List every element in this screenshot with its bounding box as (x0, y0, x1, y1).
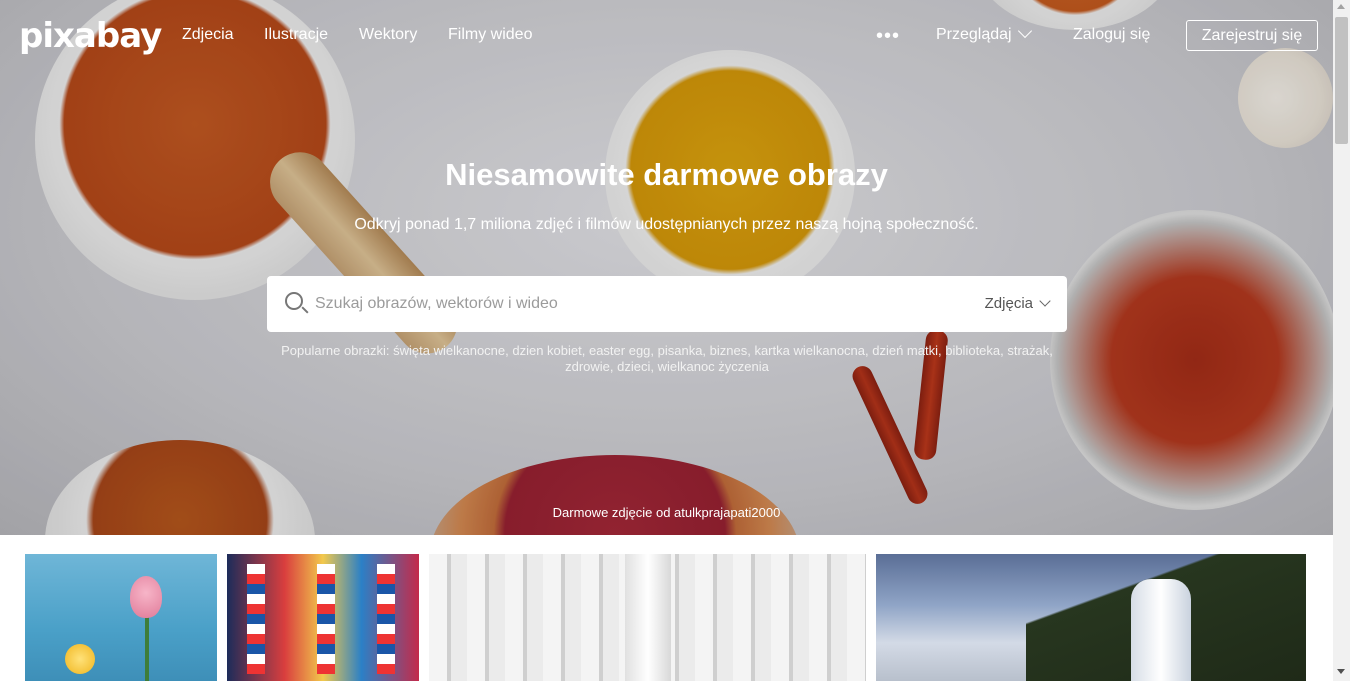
gallery-image-tulips[interactable] (25, 554, 217, 681)
hero-title: Niesamowite darmowe obrazy (445, 157, 888, 192)
register-button[interactable]: Zarejestruj się (1186, 20, 1318, 51)
gallery-image-city-signs[interactable] (227, 554, 419, 681)
gallery-image-architecture[interactable] (429, 554, 866, 681)
search-input[interactable] (315, 284, 975, 324)
scroll-down-arrow-icon[interactable] (1337, 669, 1345, 674)
photo-credit[interactable]: Darmowe zdjęcie od atulkprajapati2000 (0, 505, 1333, 520)
search-type-dropdown[interactable]: Zdjęcia (984, 295, 1051, 312)
chevron-down-icon (1017, 23, 1032, 39)
search-icon[interactable] (285, 292, 303, 310)
more-icon[interactable]: ••• (876, 25, 900, 48)
nav-photos[interactable]: Zdjecia (182, 26, 234, 44)
popular-searches[interactable]: Popularne obrazki: święta wielkanocne, d… (270, 343, 1064, 375)
browse-label: Przeglądaj (936, 26, 1012, 43)
pixabay-logo[interactable]: pixabay (19, 16, 162, 56)
top-nav: pixabay Zdjecia Ilustracje Wektory Filmy… (0, 0, 1333, 72)
hero-subtitle: Odkryj ponad 1,7 miliona zdjęć i filmów … (354, 216, 979, 233)
chevron-down-icon (1039, 295, 1051, 307)
nav-vectors[interactable]: Wektory (359, 26, 417, 44)
browse-menu[interactable]: Przeglądaj (936, 23, 1032, 44)
hero-banner (0, 0, 1333, 535)
scroll-up-arrow-icon[interactable] (1337, 4, 1345, 9)
scroll-thumb[interactable] (1335, 17, 1348, 144)
search-bar: Zdjęcia (267, 276, 1067, 332)
page-scrollbar[interactable] (1333, 0, 1350, 681)
hero-overlay (0, 0, 1333, 535)
login-link[interactable]: Zaloguj się (1073, 26, 1150, 44)
nav-videos[interactable]: Filmy wideo (448, 26, 532, 44)
search-type-label: Zdjęcia (984, 295, 1033, 312)
nav-illustrations[interactable]: Ilustracje (264, 26, 328, 44)
gallery-image-waterfall[interactable] (876, 554, 1306, 681)
